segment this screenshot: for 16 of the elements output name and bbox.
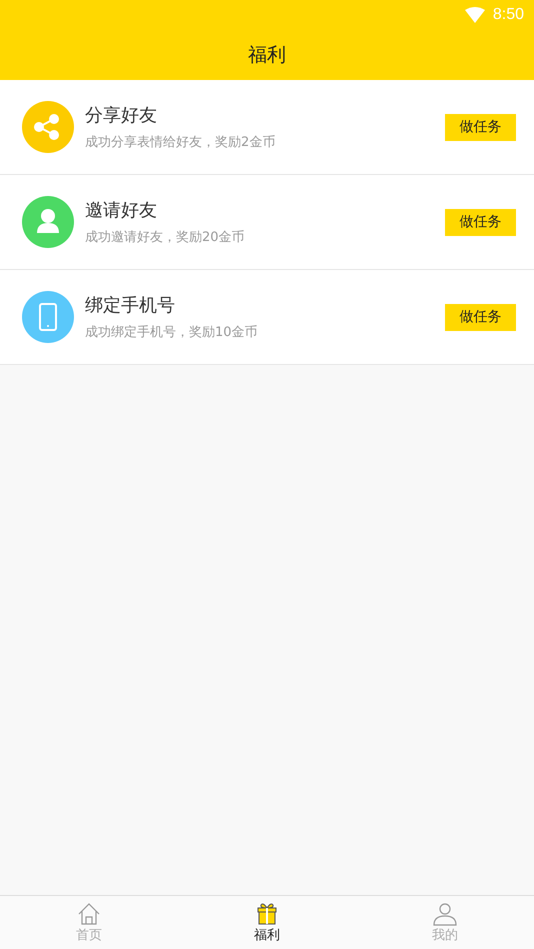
task-description: 成功绑定手机号，奖励10金币 xyxy=(85,324,259,341)
task-title: 邀请好友 xyxy=(85,199,158,222)
do-task-button[interactable]: 做任务 xyxy=(445,114,516,140)
task-description: 成功邀请好友，奖励20金币 xyxy=(85,229,246,246)
page-title: 福利 xyxy=(248,43,286,68)
task-title: 分享好友 xyxy=(85,104,158,127)
user-icon xyxy=(433,902,457,926)
wifi-icon xyxy=(464,7,485,23)
task-title: 绑定手机号 xyxy=(85,294,176,317)
do-task-button[interactable]: 做任务 xyxy=(445,208,516,236)
home-icon xyxy=(77,902,101,926)
status-time: 8:50 xyxy=(492,6,524,24)
task-description: 成功分享表情给好友，奖励2金币 xyxy=(85,134,276,151)
gift-icon xyxy=(255,902,279,926)
nav-tab[interactable]: 福利 xyxy=(178,896,356,949)
do-task-button[interactable]: 做任务 xyxy=(445,304,516,330)
